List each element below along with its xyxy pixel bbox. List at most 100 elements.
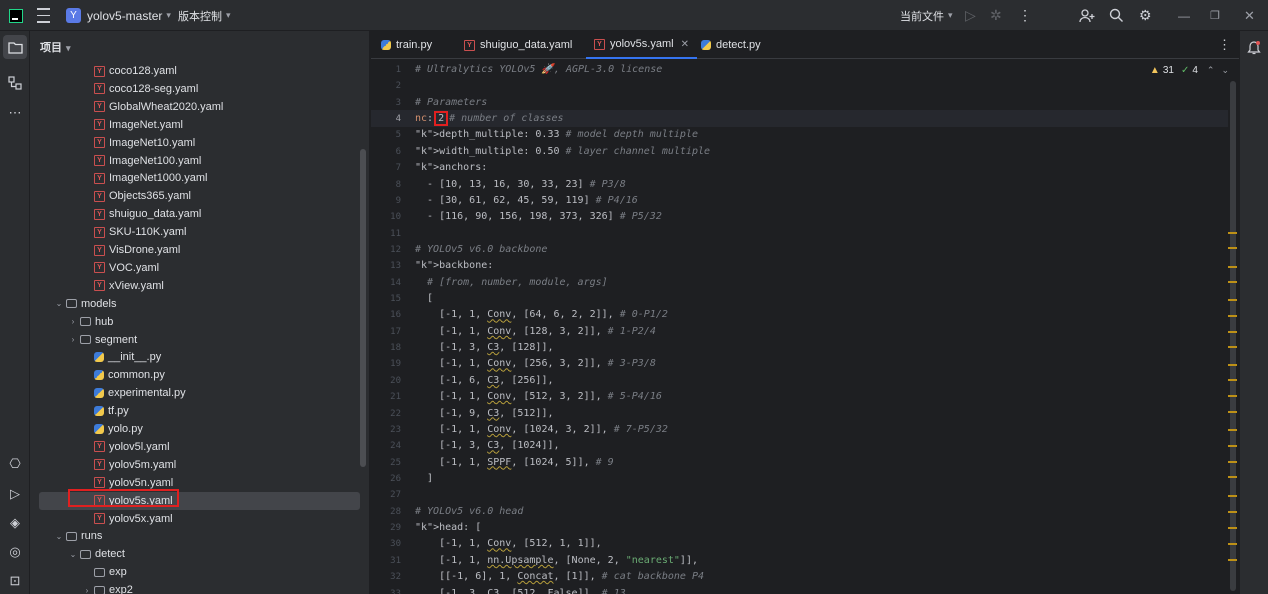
code-line[interactable]: [-1, 1, Conv, [512, 1, 1]],	[415, 536, 602, 552]
chevron-down-icon[interactable]: ⌄	[54, 532, 64, 541]
run-config-selector[interactable]: 当前文件 ▾	[900, 0, 953, 31]
project-tree-scrollbar[interactable]	[360, 149, 366, 467]
warning-marker[interactable]	[1228, 299, 1237, 301]
close-tab-icon[interactable]: ✕	[681, 39, 689, 50]
code-line[interactable]: [-1, 9, C3, [512]],	[415, 406, 553, 422]
code-line[interactable]: [-1, 3, C3, [512, False]], # 13	[415, 586, 626, 594]
more-actions-icon[interactable]: ⋮	[1018, 0, 1032, 31]
chevron-down-icon[interactable]: ⌄	[54, 299, 64, 308]
search-icon[interactable]	[1109, 0, 1124, 31]
tree-file[interactable]: Y SKU-110K.yaml	[30, 223, 369, 241]
code-line[interactable]: "k">backbone:	[415, 258, 493, 274]
structure-icon[interactable]	[3, 71, 27, 95]
terminal-icon[interactable]: ⊡	[3, 569, 27, 593]
code-line[interactable]: - [10, 13, 16, 30, 33, 23] # P3/8	[415, 177, 626, 193]
tree-folder[interactable]: › exp2	[30, 581, 369, 594]
chevron-down-icon[interactable]: ⌄	[68, 550, 78, 559]
code-line[interactable]: "k">head: [	[415, 520, 481, 536]
tab-detect-py[interactable]: detect.py	[693, 31, 769, 59]
project-selector[interactable]: Y yolov5-master ▾	[66, 0, 171, 31]
code-line[interactable]: "k">anchors:	[415, 160, 487, 176]
tree-file[interactable]: Y ImageNet1000.yaml	[30, 169, 369, 187]
tab-yolov5s-yaml[interactable]: Y yolov5s.yaml ✕	[586, 31, 697, 59]
code-line[interactable]: # YOLOv5 v6.0 head	[415, 504, 523, 520]
tree-folder[interactable]: exp	[30, 563, 369, 581]
code-line[interactable]: nc: 2 # number of classes	[415, 111, 564, 127]
warning-marker[interactable]	[1228, 495, 1237, 497]
warning-marker[interactable]	[1228, 527, 1237, 529]
warning-marker[interactable]	[1228, 543, 1237, 545]
warning-marker[interactable]	[1228, 476, 1237, 478]
tree-file[interactable]: Y ImageNet.yaml	[30, 116, 369, 134]
warning-marker[interactable]	[1228, 331, 1237, 333]
warning-marker[interactable]	[1228, 315, 1237, 317]
tree-file[interactable]: YxView.yaml	[30, 277, 369, 295]
vcs-menu[interactable]: 版本控制 ▾	[178, 0, 231, 31]
warning-marker[interactable]	[1228, 266, 1237, 268]
tree-folder[interactable]: ⌄ runs	[30, 527, 369, 545]
chevron-right-icon[interactable]: ›	[68, 335, 78, 344]
code-line[interactable]: [-1, 3, C3, [128]],	[415, 340, 553, 356]
code-line[interactable]: [-1, 3, C3, [1024]],	[415, 438, 559, 454]
tree-folder[interactable]: › hub	[30, 313, 369, 331]
code-line[interactable]: [-1, 1, SPPF, [1024, 5]], # 9	[415, 455, 614, 471]
code-line[interactable]: [	[415, 291, 433, 307]
notifications-bell-icon[interactable]	[1242, 35, 1266, 59]
settings-gear-icon[interactable]: ⚙	[1139, 0, 1152, 31]
tree-file[interactable]: Y ImageNet10.yaml	[30, 134, 369, 152]
code-line[interactable]: [-1, 1, Conv, [128, 3, 2]], # 1-P2/4	[415, 324, 656, 340]
code-line[interactable]: [-1, 1, Conv, [256, 3, 2]], # 3-P3/8	[415, 356, 656, 372]
tree-file[interactable]: Yyolov5l.yaml	[30, 438, 369, 456]
code-line[interactable]: - [30, 61, 62, 45, 59, 119] # P4/16	[415, 193, 638, 209]
tab-shuiguo-data-yaml[interactable]: Y shuiguo_data.yaml	[456, 31, 580, 59]
tree-file[interactable]: __init__.py	[30, 348, 369, 366]
warning-marker[interactable]	[1228, 445, 1237, 447]
code-editor[interactable]: 1 # Ultralytics YOLOv5 🚀, AGPL-3.0 licens…	[371, 59, 1239, 594]
add-user-icon[interactable]	[1079, 0, 1095, 31]
warning-marker[interactable]	[1228, 395, 1237, 397]
warning-marker[interactable]	[1228, 511, 1237, 513]
app-logo[interactable]	[9, 0, 23, 31]
tree-folder[interactable]: ⌄ detect	[30, 545, 369, 563]
debug-icon[interactable]: ✲	[990, 0, 1002, 31]
code-line[interactable]: [[-1, 6], 1, Concat, [1]], # cat backbon…	[415, 569, 704, 585]
code-line[interactable]: "k">depth_multiple: 0.33 # model depth m…	[415, 127, 698, 143]
warning-marker[interactable]	[1228, 559, 1237, 561]
chevron-down-icon[interactable]: ⌄	[1221, 65, 1229, 76]
tree-file[interactable]: yolo.py	[30, 420, 369, 438]
tree-file[interactable]: Ycoco128.yaml	[30, 62, 369, 80]
code-line[interactable]: ]	[415, 471, 433, 487]
code-line[interactable]: # Parameters	[415, 95, 487, 111]
warning-marker[interactable]	[1228, 411, 1237, 413]
minimize-icon[interactable]: —	[1178, 0, 1190, 31]
tab-train-py[interactable]: train.py	[373, 31, 440, 59]
run-icon[interactable]: ▷	[965, 0, 976, 31]
tree-file[interactable]: Ycoco128-seg.yaml	[30, 80, 369, 98]
tree-file[interactable]: Yyolov5x.yaml	[30, 510, 369, 528]
restore-icon[interactable]: ❐	[1210, 0, 1220, 31]
tree-folder[interactable]: ⌄ models	[30, 295, 369, 313]
code-line[interactable]: [-1, 1, nn.Upsample, [None, 2, "nearest"…	[415, 553, 698, 569]
close-window-icon[interactable]: ✕	[1244, 0, 1255, 31]
tree-folder[interactable]: › segment	[30, 331, 369, 349]
tree-file[interactable]: Y ImageNet100.yaml	[30, 152, 369, 170]
warning-marker[interactable]	[1228, 346, 1237, 348]
tree-file[interactable]: common.py	[30, 366, 369, 384]
warning-marker[interactable]	[1228, 232, 1237, 234]
tree-file[interactable]: Yyolov5m.yaml	[30, 456, 369, 474]
editor-scrollbar[interactable]	[1230, 81, 1236, 591]
tree-file[interactable]: Yshuiguo_data.yaml	[30, 205, 369, 223]
code-line[interactable]: # Ultralytics YOLOv5 🚀, AGPL-3.0 license	[415, 62, 662, 78]
code-line[interactable]: - [116, 90, 156, 198, 373, 326] # P5/32	[415, 209, 662, 225]
code-line[interactable]: # YOLOv5 v6.0 backbone	[415, 242, 547, 258]
more-tools-icon[interactable]: ⋯	[3, 101, 27, 125]
warning-marker[interactable]	[1228, 379, 1237, 381]
main-menu-icon[interactable]	[37, 0, 50, 31]
chevron-up-icon[interactable]: ⌃	[1207, 65, 1215, 76]
tree-file[interactable]: tf.py	[30, 402, 369, 420]
code-line[interactable]: "k">width_multiple: 0.50 # layer channel…	[415, 144, 710, 160]
warning-marker[interactable]	[1228, 461, 1237, 463]
code-line[interactable]: # [from, number, module, args]	[415, 275, 608, 291]
layers-icon[interactable]: ◈	[3, 511, 27, 535]
warning-marker[interactable]	[1228, 429, 1237, 431]
